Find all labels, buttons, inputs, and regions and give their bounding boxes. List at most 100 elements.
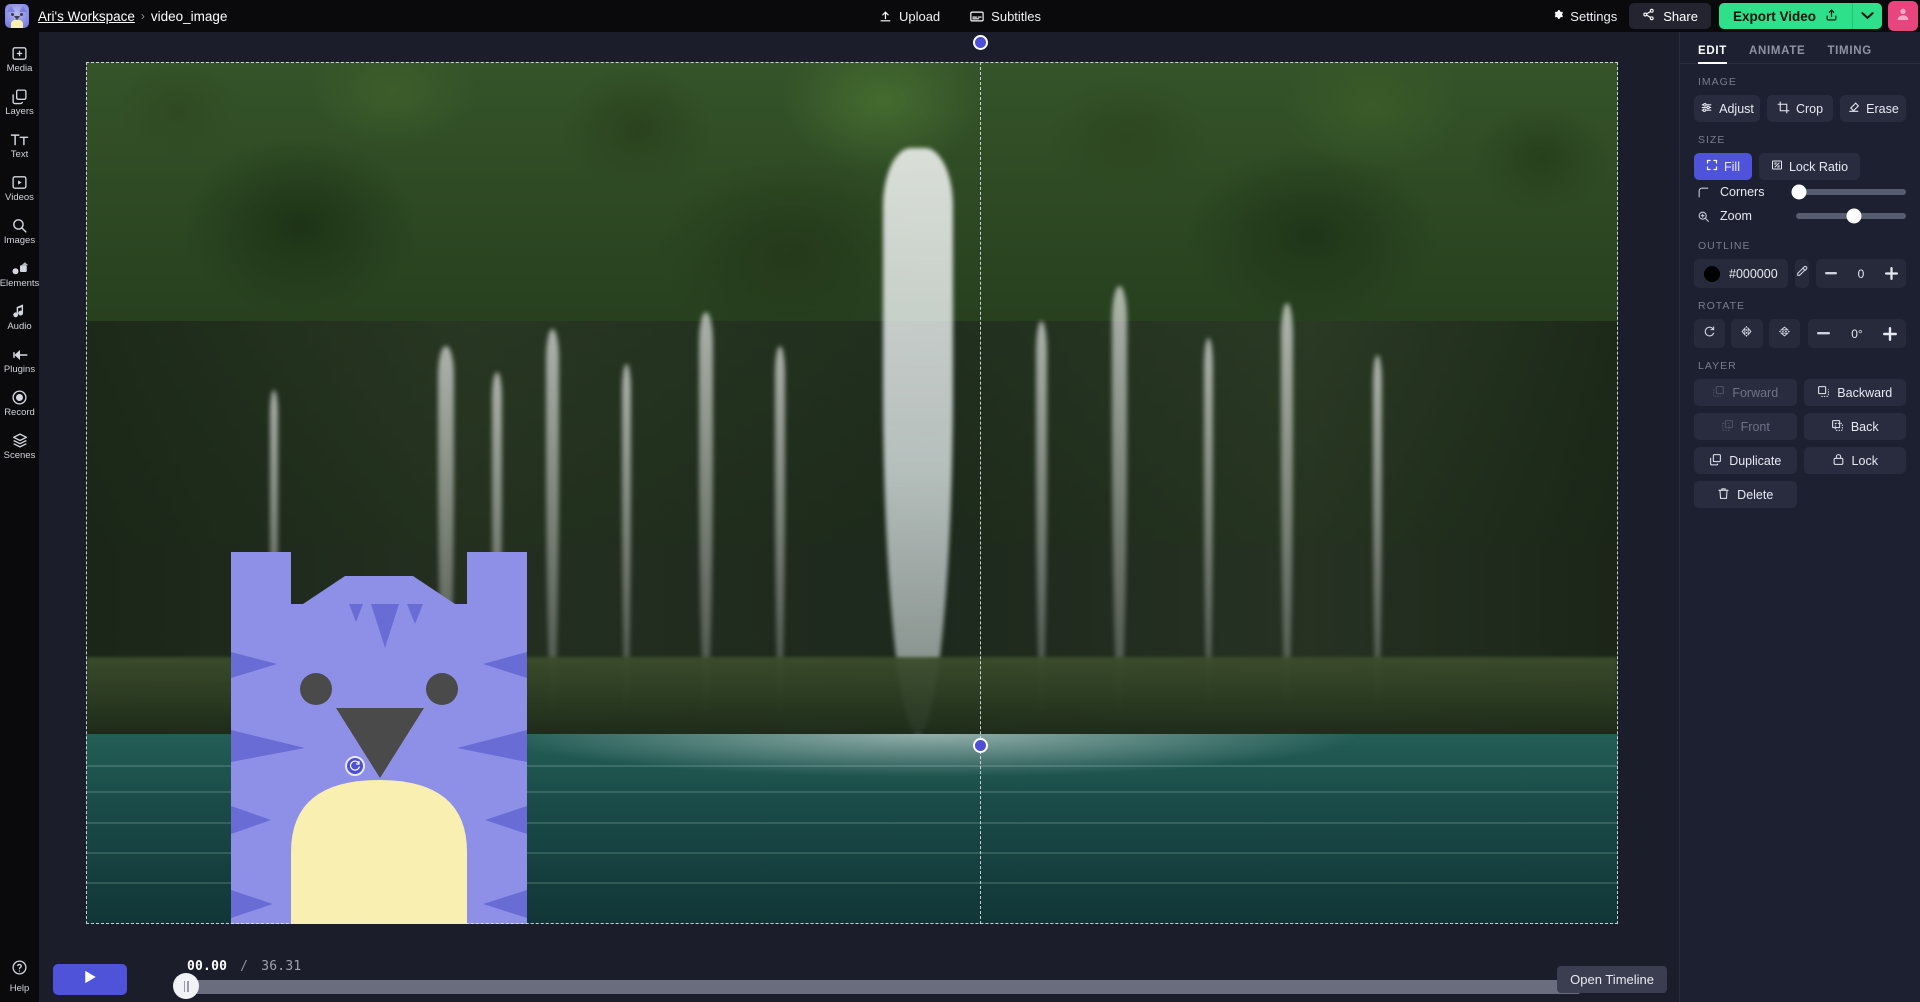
duplicate-icon xyxy=(1709,453,1722,469)
resize-handle-top[interactable] xyxy=(973,35,988,50)
adjust-button[interactable]: Adjust xyxy=(1694,95,1760,122)
rotate-angle-value[interactable]: 0° xyxy=(1840,327,1874,341)
zoom-slider-knob[interactable] xyxy=(1847,209,1862,224)
rotate-decrease-button[interactable] xyxy=(1808,319,1840,348)
canvas-stage[interactable] xyxy=(39,32,1679,957)
tab-animate[interactable]: ANIMATE xyxy=(1749,45,1805,63)
zoom-icon xyxy=(1694,210,1712,223)
flip-horizontal-icon xyxy=(1740,325,1753,343)
sidebar-item-media-label: Media xyxy=(7,64,33,74)
eyedropper-button[interactable] xyxy=(1795,259,1809,288)
play-icon xyxy=(84,970,97,989)
sidebar-item-videos-label: Videos xyxy=(5,193,34,203)
subtitles-button[interactable]: Subtitles xyxy=(966,6,1045,27)
sidebar-item-record[interactable]: Record xyxy=(0,382,39,425)
bring-forward-button[interactable]: Forward xyxy=(1694,379,1797,406)
settings-button[interactable]: Settings xyxy=(1539,0,1629,32)
sidebar-item-images[interactable]: Images xyxy=(0,210,39,253)
settings-label: Settings xyxy=(1570,9,1617,24)
fill-expand-icon xyxy=(1706,159,1718,174)
open-timeline-button[interactable]: Open Timeline xyxy=(1557,966,1667,993)
duplicate-button[interactable]: Duplicate xyxy=(1694,447,1797,474)
tab-timing[interactable]: TIMING xyxy=(1827,45,1871,63)
send-back-icon xyxy=(1831,419,1844,435)
send-back-button[interactable]: Back xyxy=(1804,413,1907,440)
sidebar-item-text[interactable]: Text xyxy=(0,124,39,167)
tab-edit[interactable]: EDIT xyxy=(1698,45,1727,63)
outline-color-button[interactable]: #000000 xyxy=(1694,259,1788,288)
bring-front-icon xyxy=(1721,419,1734,435)
outline-width-value[interactable]: 0 xyxy=(1846,267,1876,281)
delete-label: Delete xyxy=(1737,488,1773,502)
share-label: Share xyxy=(1663,9,1698,24)
cat-logo-icon[interactable] xyxy=(5,4,29,28)
sidebar-item-media[interactable]: Media xyxy=(0,38,39,81)
zoom-slider-track[interactable] xyxy=(1796,213,1906,219)
scenes-stack-icon xyxy=(11,432,29,449)
current-time: 00.00 xyxy=(187,959,227,974)
aspect-ratio-icon xyxy=(1771,159,1783,174)
flip-vertical-icon xyxy=(1778,325,1791,343)
user-avatar-icon xyxy=(1895,6,1911,27)
play-button[interactable] xyxy=(53,964,127,995)
export-options-button[interactable] xyxy=(1852,3,1882,29)
cat-sticker[interactable] xyxy=(231,552,527,924)
outline-color-swatch xyxy=(1704,266,1720,282)
fill-button[interactable]: Fill xyxy=(1694,153,1752,180)
corners-label: Corners xyxy=(1720,185,1788,199)
media-add-icon xyxy=(11,45,28,62)
send-backward-icon xyxy=(1817,385,1830,401)
sidebar-item-plugins[interactable]: Plugins xyxy=(0,339,39,382)
rotate-cw-button[interactable] xyxy=(1694,319,1725,348)
rotate-angle-stepper: 0° xyxy=(1808,319,1906,348)
outline-decrease-button[interactable] xyxy=(1816,259,1846,288)
canvas[interactable] xyxy=(86,62,1618,924)
scrub-handle-icon[interactable] xyxy=(173,973,199,999)
crop-label: Crop xyxy=(1796,102,1823,116)
upload-icon xyxy=(879,10,892,23)
bring-front-label: Front xyxy=(1741,420,1770,434)
outline-increase-button[interactable] xyxy=(1876,259,1906,288)
export-video-label: Export Video xyxy=(1733,9,1816,24)
flip-vertical-button[interactable] xyxy=(1769,319,1800,348)
send-backward-button[interactable]: Backward xyxy=(1804,379,1907,406)
breadcrumb-workspace[interactable]: Ari's Workspace xyxy=(38,9,135,24)
inspector-panel: EDIT ANIMATE TIMING IMAGE Adjust xyxy=(1679,32,1920,1002)
lock-button[interactable]: Lock xyxy=(1804,447,1907,474)
video-icon xyxy=(11,174,28,191)
crop-button[interactable]: Crop xyxy=(1767,95,1833,122)
corners-slider-track[interactable] xyxy=(1796,189,1906,195)
breadcrumb-project[interactable]: video_image xyxy=(151,9,228,24)
sidebar-item-elements[interactable]: Elements xyxy=(0,253,39,296)
sidebar-item-audio[interactable]: Audio xyxy=(0,296,39,339)
eyedropper-icon xyxy=(1795,265,1808,283)
eraser-icon xyxy=(1847,101,1860,117)
sidebar-item-audio-label: Audio xyxy=(7,322,31,332)
sidebar-item-scenes[interactable]: Scenes xyxy=(0,425,39,468)
avatar[interactable] xyxy=(1888,1,1918,31)
breadcrumb-separator: › xyxy=(141,9,145,23)
bring-front-button[interactable]: Front xyxy=(1694,413,1797,440)
flip-horizontal-button[interactable] xyxy=(1731,319,1762,348)
cat-sticker-artwork xyxy=(231,552,527,924)
scrubber-track[interactable] xyxy=(179,980,1580,994)
help-circle-icon xyxy=(11,959,28,981)
share-button[interactable]: Share xyxy=(1629,3,1711,29)
sidebar-item-videos[interactable]: Videos xyxy=(0,167,39,210)
delete-button[interactable]: Delete xyxy=(1694,481,1797,508)
duplicate-label: Duplicate xyxy=(1729,454,1781,468)
outline-controls-row: #000000 0 xyxy=(1680,259,1920,288)
resize-handle-bottom[interactable] xyxy=(973,738,988,753)
rotate-handle-icon[interactable] xyxy=(345,756,365,776)
subtitles-label: Subtitles xyxy=(991,9,1041,24)
sidebar-item-help[interactable]: Help xyxy=(0,959,39,994)
rotate-increase-button[interactable] xyxy=(1874,319,1906,348)
erase-button[interactable]: Erase xyxy=(1840,95,1906,122)
sliders-icon xyxy=(1700,101,1713,117)
upload-button[interactable]: Upload xyxy=(875,6,944,27)
lock-ratio-button[interactable]: Lock Ratio xyxy=(1759,153,1860,180)
crop-icon xyxy=(1777,101,1790,117)
corners-slider-knob[interactable] xyxy=(1792,185,1807,200)
sidebar-item-layers[interactable]: Layers xyxy=(0,81,39,124)
export-video-button[interactable]: Export Video xyxy=(1719,3,1852,29)
